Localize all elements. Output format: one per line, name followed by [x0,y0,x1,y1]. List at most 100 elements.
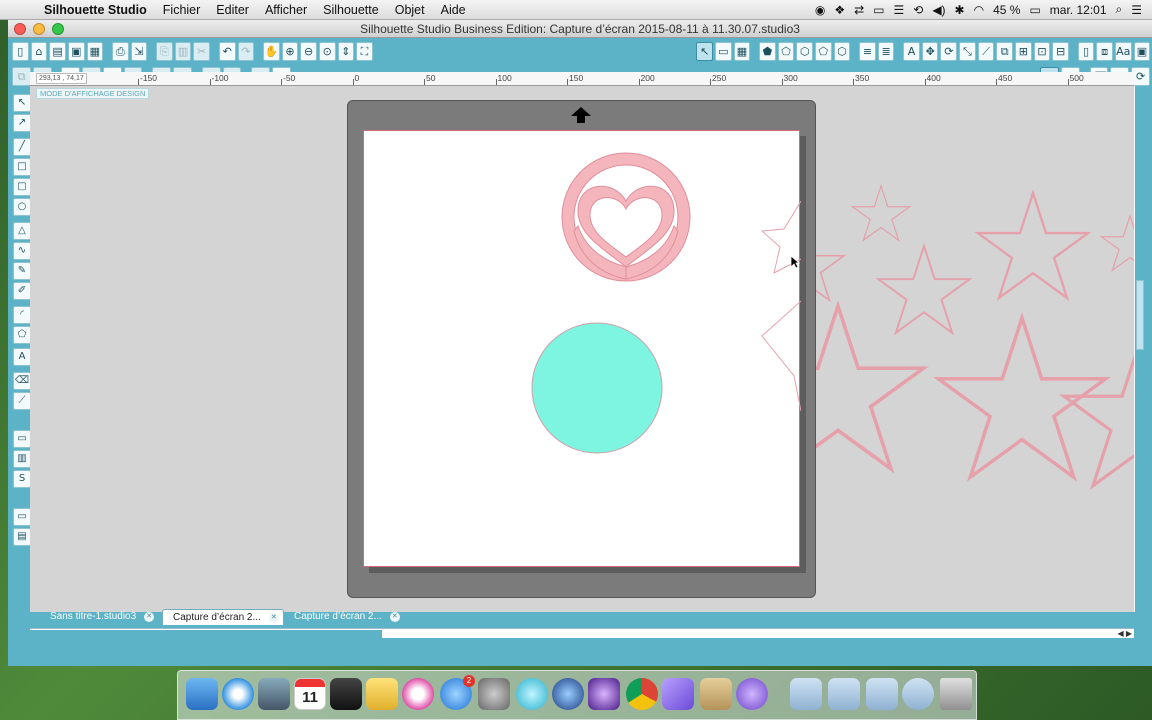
bluetooth-icon[interactable]: ✱ [955,3,965,17]
notes-icon[interactable] [366,678,398,710]
close-tab-icon[interactable]: ✕ [389,612,400,622]
close-window-button[interactable] [14,23,26,35]
safari-icon[interactable] [222,678,254,710]
time-machine-icon[interactable]: ⟲ [913,3,923,17]
menu-app-name[interactable]: Silhouette Studio [36,3,155,17]
print-icon[interactable]: ⎙ [112,41,129,61]
menu-fichier[interactable]: Fichier [155,3,209,17]
zoom-in-icon[interactable]: ⊕ [281,41,299,61]
polygon-tool-icon[interactable]: △ [13,222,31,240]
menu-objet[interactable]: Objet [387,3,433,17]
layers-icon[interactable]: ⧈ [1096,41,1113,61]
zoom-select-icon[interactable]: ⊙ [318,41,336,61]
rectangle-tool-icon[interactable]: □ [13,158,31,176]
line-tool-icon[interactable]: ╱ [13,138,31,156]
menu-aide[interactable]: Aide [433,3,474,17]
select-tool-icon[interactable]: ↖ [696,41,713,61]
heart-medallion-shape[interactable] [561,152,691,282]
finder-icon[interactable] [186,678,218,710]
applications-folder-icon[interactable] [790,678,822,710]
menu-afficher[interactable]: Afficher [257,3,315,17]
doc-tab-active[interactable]: Capture d’écran 2... ✕ [162,609,284,625]
preview-icon[interactable] [258,678,290,710]
documents-folder-icon[interactable] [828,678,860,710]
send-to-cutter-icon[interactable]: ⇲ [130,41,148,61]
silhouette-studio-icon[interactable] [516,678,548,710]
show-cut-area-icon[interactable]: ▭ [13,430,31,448]
drag-zoom-icon[interactable]: ⇕ [337,41,355,61]
move-icon[interactable]: ⟋ [977,41,995,61]
contacts-icon[interactable] [700,678,732,710]
star-shape[interactable] [852,186,909,240]
transform-icon[interactable]: ✥ [921,41,939,61]
minimize-window-button[interactable] [33,23,45,35]
books-icon[interactable] [662,678,694,710]
view-panel-icon[interactable]: ▭ [13,508,31,526]
rotate-icon[interactable]: ⟳ [940,41,958,61]
sync-icon[interactable]: ⇄ [854,3,864,17]
doc-tab[interactable]: Sans titre-1.studio3 ✕ [40,609,158,625]
fill-gradient-icon[interactable]: ⬠ [777,41,795,61]
system-preferences-icon[interactable] [478,678,510,710]
star-shape[interactable] [978,193,1088,298]
group-icon[interactable]: ⧉ [12,66,31,86]
close-tab-icon[interactable]: ✕ [144,612,155,622]
save-icon[interactable]: ▣ [67,41,85,61]
mint-circle-shape[interactable] [531,322,663,454]
imovie-icon[interactable] [588,678,620,710]
scrollbar-thumb[interactable] [30,630,382,638]
star-shape[interactable] [878,246,969,333]
new-document-icon[interactable]: ▯ [12,41,29,61]
page-icon[interactable]: ▯ [1077,41,1095,61]
undo-icon[interactable]: ↶ [218,41,236,61]
pan-hand-icon[interactable]: ✋ [263,41,280,61]
open-icon[interactable]: ⌂ [30,41,48,61]
menu-editer[interactable]: Editer [208,3,257,17]
panel-icon[interactable]: ▣ [1133,41,1151,61]
rounded-rect-tool-icon[interactable]: ▢ [13,178,31,196]
cut-icon[interactable]: ✂ [193,41,210,61]
paste-icon[interactable]: ▥ [174,41,192,61]
split-view-icon[interactable]: ▤ [13,528,31,546]
notifications-icon[interactable]: ☰ [893,3,904,17]
arc-tool-icon[interactable]: ◜ [13,306,31,324]
maximize-window-button[interactable] [52,23,64,35]
photo-booth-icon[interactable] [330,678,362,710]
curve-tool-icon[interactable]: ∿ [13,242,31,260]
airplay-icon[interactable]: ▭ [873,3,884,17]
fill-pattern-icon[interactable]: ⬡ [796,41,813,61]
clock[interactable]: mar. 12:01 [1050,3,1107,17]
eraser-tool-icon[interactable]: ⌫ [13,372,31,390]
copy-icon[interactable]: ⎘ [156,41,173,61]
align-icon[interactable]: ≣ [877,41,895,61]
dropbox-icon[interactable]: ❖ [834,3,845,17]
vertical-scrollbar-thumb[interactable] [1136,280,1144,350]
doc-tab[interactable]: Capture d’écran 2... ✕ [284,609,404,625]
redo-icon[interactable]: ↷ [237,41,255,61]
offset-icon[interactable]: ⊡ [1033,41,1051,61]
calendar-icon[interactable]: 11 [294,678,326,710]
freehand-tool-icon[interactable]: ✎ [13,262,31,280]
horizontal-scrollbar[interactable]: ◀ ▶ [30,628,1134,638]
wifi-icon[interactable]: ◠ [974,3,984,17]
spotlight-icon[interactable]: ⌕ [1116,2,1123,17]
refresh-icon[interactable]: ⟳ [1131,66,1151,86]
silhouette-store-icon[interactable]: S [13,470,31,488]
scale-icon[interactable]: ⤡ [959,41,976,61]
viber-icon[interactable] [736,678,768,710]
weld-icon[interactable]: ⊞ [1014,41,1032,61]
close-tab-icon[interactable]: ✕ [268,613,279,623]
chrome-icon[interactable] [626,678,658,710]
battery-icon[interactable]: ▭ [1029,3,1040,17]
star-shape-edge[interactable] [761,300,802,412]
select-arrow-icon[interactable]: ↖ [13,94,31,112]
quicktime-icon[interactable] [552,678,584,710]
itunes-icon[interactable] [402,678,434,710]
edit-points-icon[interactable]: ↗ [13,114,31,132]
text-tool-icon[interactable]: A [13,348,31,366]
fit-to-page-icon[interactable]: ⛶ [356,41,373,61]
trash-icon[interactable] [940,678,972,710]
record-icon[interactable]: ◉ [815,3,825,17]
page-settings-icon[interactable]: ▭ [714,41,732,61]
open-library-icon[interactable]: ▤ [49,41,66,61]
